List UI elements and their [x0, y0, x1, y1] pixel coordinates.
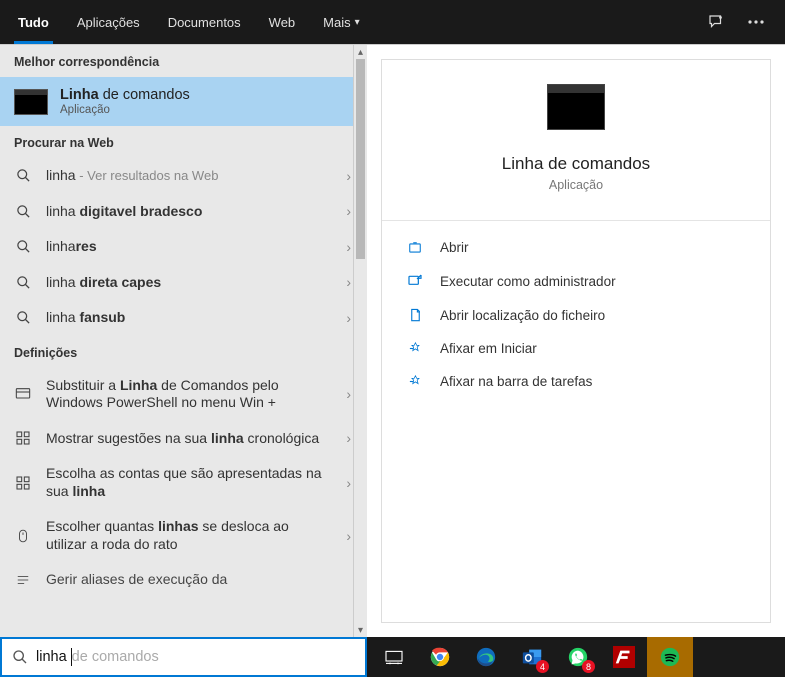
settings-result-text: Substituir a Linha de Comandos pelo Wind… [46, 377, 330, 412]
cmd-icon [547, 84, 605, 130]
taskbar-chrome[interactable] [417, 637, 463, 677]
tab-documents[interactable]: Documentos [154, 0, 255, 44]
action-run-admin[interactable]: Executar como administrador [382, 264, 770, 298]
best-match-title: Linha de comandos [60, 87, 190, 103]
action-label: Abrir [440, 240, 469, 255]
search-header: Tudo Aplicações Documentos Web Mais▾ [0, 0, 785, 44]
alias-icon [14, 573, 32, 587]
chevron-right-icon: › [344, 274, 353, 290]
accounts-icon [14, 475, 32, 491]
search-icon [12, 649, 28, 665]
cmd-icon [14, 89, 48, 115]
pin-icon [406, 374, 424, 389]
best-match-header: Melhor correspondência [0, 45, 367, 77]
taskbar: 4 8 [367, 637, 785, 677]
best-match-subtitle: Aplicação [60, 104, 190, 116]
folder-icon [406, 307, 424, 323]
web-result[interactable]: linha fansub › [0, 300, 367, 336]
scroll-down-icon[interactable]: ▾ [354, 623, 367, 637]
settings-result-text: Gerir aliases de execução da [46, 571, 353, 589]
action-open[interactable]: Abrir [382, 231, 770, 264]
settings-header: Definições [0, 336, 367, 368]
settings-result[interactable]: Substituir a Linha de Comandos pelo Wind… [0, 368, 367, 421]
settings-result[interactable]: Escolher quantas linhas se desloca ao ut… [0, 509, 367, 562]
scrollbar[interactable]: ▴ ▾ [353, 45, 367, 637]
taskbar-filezilla[interactable] [601, 637, 647, 677]
chevron-right-icon: › [344, 430, 353, 446]
divider [382, 220, 770, 221]
tab-more[interactable]: Mais▾ [309, 0, 373, 44]
action-label: Afixar na barra de tarefas [440, 374, 592, 389]
taskbar-spotify[interactable] [647, 637, 693, 677]
taskbar-edge[interactable] [463, 637, 509, 677]
web-result[interactable]: linhares › [0, 229, 367, 265]
web-result[interactable]: linha - Ver resultados na Web › [0, 158, 367, 194]
search-input[interactable]: linha de comandos [36, 639, 355, 675]
action-open-location[interactable]: Abrir localização do ficheiro [382, 298, 770, 332]
action-label: Executar como administrador [440, 274, 616, 289]
chevron-right-icon: › [344, 475, 353, 491]
feedback-icon[interactable] [699, 5, 733, 39]
results-pane: Melhor correspondência Linha de comandos… [0, 45, 367, 637]
timeline-icon [14, 430, 32, 446]
web-result[interactable]: linha direta capes › [0, 265, 367, 301]
action-label: Abrir localização do ficheiro [440, 308, 605, 323]
detail-pane: Linha de comandos Aplicação Abrir Execut… [367, 45, 785, 637]
search-icon [14, 310, 32, 325]
detail-subtitle: Aplicação [549, 178, 603, 192]
search-icon [14, 239, 32, 254]
search-icon [14, 204, 32, 219]
pin-icon [406, 341, 424, 356]
web-search-header: Procurar na Web [0, 126, 367, 158]
chevron-right-icon: › [344, 386, 353, 402]
scrollbar-thumb[interactable] [356, 59, 365, 259]
scroll-up-icon[interactable]: ▴ [354, 45, 367, 59]
settings-result[interactable]: Mostrar sugestões na sua linha cronológi… [0, 421, 367, 457]
admin-icon [406, 273, 424, 289]
settings-result-text: Mostrar sugestões na sua linha cronológi… [46, 430, 330, 448]
tab-all[interactable]: Tudo [4, 0, 63, 44]
search-icon [14, 168, 32, 183]
task-view-button[interactable] [371, 637, 417, 677]
badge: 8 [582, 660, 595, 673]
open-icon [406, 241, 424, 255]
chevron-down-icon: ▾ [355, 17, 360, 28]
settings-result-text: Escolher quantas linhas se desloca ao ut… [46, 518, 330, 553]
tab-apps[interactable]: Aplicações [63, 0, 154, 44]
taskbar-outlook[interactable]: 4 [509, 637, 555, 677]
settings-result[interactable]: Escolha as contas que são apresentadas n… [0, 456, 367, 509]
chevron-right-icon: › [344, 168, 353, 184]
chevron-right-icon: › [344, 203, 353, 219]
chevron-right-icon: › [344, 239, 353, 255]
chevron-right-icon: › [344, 310, 353, 326]
search-icon [14, 275, 32, 290]
taskbar-whatsapp[interactable]: 8 [555, 637, 601, 677]
tab-web[interactable]: Web [255, 0, 310, 44]
settings-result[interactable]: Gerir aliases de execução da [0, 562, 367, 598]
action-pin-taskbar[interactable]: Afixar na barra de tarefas [382, 365, 770, 398]
action-pin-start[interactable]: Afixar em Iniciar [382, 332, 770, 365]
web-result[interactable]: linha digitavel bradesco › [0, 194, 367, 230]
badge: 4 [536, 660, 549, 673]
more-options-icon[interactable] [739, 5, 773, 39]
best-match-item[interactable]: Linha de comandos Aplicação [0, 77, 367, 126]
mouse-icon [14, 527, 32, 545]
action-label: Afixar em Iniciar [440, 341, 537, 356]
settings-icon [14, 386, 32, 402]
settings-result-text: Escolha as contas que são apresentadas n… [46, 465, 330, 500]
search-box[interactable]: linha de comandos [0, 637, 367, 677]
detail-title: Linha de comandos [502, 154, 650, 174]
chevron-right-icon: › [344, 528, 353, 544]
